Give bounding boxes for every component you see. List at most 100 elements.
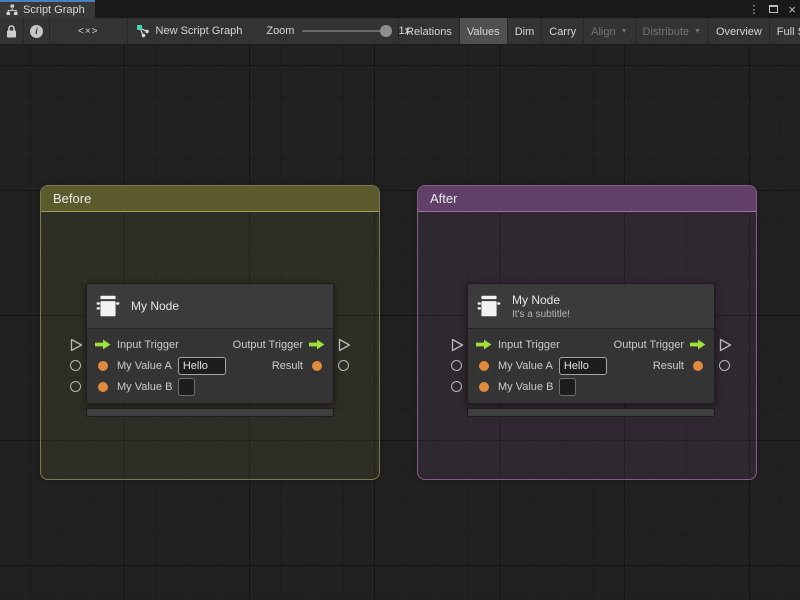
value-b-label: My Value B	[498, 380, 554, 393]
window-menu-icon[interactable]: ⋮	[748, 3, 759, 16]
value-port-icon	[693, 360, 703, 371]
tab-bar: Script Graph ⋮ ×	[0, 0, 800, 18]
lock-icon	[7, 24, 16, 37]
relations-toggle[interactable]: Relations	[398, 18, 459, 44]
inspect-button[interactable]: i	[24, 18, 50, 44]
input-trigger-label: Input Trigger	[498, 338, 560, 351]
distribute-dropdown[interactable]: Distribute ▼	[634, 18, 708, 44]
result-label: Result	[271, 359, 303, 372]
group-after-header[interactable]: After	[418, 186, 756, 212]
external-flow-output-before[interactable]	[338, 338, 351, 352]
port-row-value-a: My Value A Result	[87, 355, 333, 376]
tab-script-graph[interactable]: Script Graph	[0, 0, 95, 18]
external-value-b-before[interactable]	[70, 381, 81, 392]
group-title: Before	[53, 191, 92, 206]
node-title: My Node	[131, 299, 180, 313]
port-row-value-b: My Value B	[468, 376, 714, 397]
node-footer	[86, 408, 334, 417]
zoom-control: Zoom 1x	[252, 18, 410, 44]
external-flow-input-before[interactable]	[70, 338, 83, 352]
external-result-after[interactable]	[719, 360, 730, 371]
fullscreen-button[interactable]: Full Screen	[768, 18, 800, 44]
value-port-icon	[98, 381, 108, 392]
value-port-icon	[479, 360, 489, 371]
value-a-port[interactable]	[476, 360, 492, 371]
result-port[interactable]	[690, 360, 706, 371]
port-row-value-a: My Value A Result	[468, 355, 714, 376]
node-title: My Node	[512, 292, 561, 307]
input-trigger-port[interactable]	[476, 339, 492, 350]
flow-arrow-icon	[309, 339, 325, 350]
zoom-label: Zoom	[266, 25, 295, 37]
value-port-icon	[312, 360, 322, 371]
value-a-port[interactable]	[95, 360, 111, 371]
external-value-b-after[interactable]	[451, 381, 462, 392]
zoom-slider-knob[interactable]	[380, 25, 393, 37]
new-graph-label: New Script Graph	[155, 25, 243, 37]
graph-hierarchy-icon	[6, 4, 18, 15]
tab-title: Script Graph	[23, 4, 85, 16]
values-toggle[interactable]: Values	[458, 18, 507, 44]
align-dropdown[interactable]: Align ▼	[583, 18, 634, 44]
lock-button[interactable]	[0, 18, 24, 44]
value-b-input[interactable]	[559, 377, 577, 396]
value-a-label: My Value A	[117, 359, 172, 372]
value-b-input[interactable]	[178, 377, 196, 396]
value-b-port[interactable]	[95, 381, 111, 392]
output-trigger-label: Output Trigger	[232, 338, 303, 351]
node-before[interactable]: My Node Input Trigger Output Trigger My …	[86, 283, 334, 417]
unit-icon	[477, 295, 501, 317]
info-icon: i	[30, 24, 43, 38]
external-flow-input-after[interactable]	[451, 338, 464, 352]
group-title: After	[430, 191, 458, 206]
input-trigger-label: Input Trigger	[117, 338, 179, 351]
zoom-slider[interactable]	[302, 25, 393, 37]
node-header[interactable]: My Node It's a subtitle!	[468, 284, 714, 328]
input-trigger-port[interactable]	[95, 339, 111, 350]
graph-canvas[interactable]: Before After My Node Input Trigger Outpu…	[0, 45, 800, 600]
node-after[interactable]: My Node It's a subtitle! Input Trigger O…	[467, 283, 715, 417]
overview-button[interactable]: Overview	[707, 18, 769, 44]
node-body: Input Trigger Output Trigger My Value A	[87, 328, 333, 403]
window-controls: ⋮ ×	[748, 0, 796, 18]
external-result-before[interactable]	[338, 360, 349, 371]
value-a-input[interactable]	[558, 356, 607, 375]
value-a-label: My Value A	[498, 359, 553, 372]
graph-reference[interactable]: New Script Graph	[128, 18, 253, 44]
port-row-triggers: Input Trigger Output Trigger	[468, 334, 714, 355]
dim-toggle[interactable]: Dim	[506, 18, 542, 44]
code-preview-button[interactable]: <×>	[50, 18, 128, 44]
carry-toggle[interactable]: Carry	[541, 18, 583, 44]
chevron-down-icon: ▼	[694, 28, 701, 35]
maximize-icon[interactable]	[769, 5, 779, 13]
node-subtitle: It's a subtitle!	[512, 308, 571, 320]
value-b-label: My Value B	[117, 380, 173, 393]
distribute-label: Distribute	[642, 25, 690, 38]
script-graph-window: Script Graph ⋮ × i <×> New Script Graph …	[0, 0, 800, 600]
align-label: Align	[591, 25, 616, 38]
external-value-a-after[interactable]	[451, 360, 462, 371]
output-trigger-port[interactable]	[690, 339, 706, 350]
unit-icon	[96, 295, 120, 317]
close-icon[interactable]: ×	[788, 3, 796, 16]
value-b-port[interactable]	[476, 381, 492, 392]
node-body: Input Trigger Output Trigger My Value A	[468, 328, 714, 403]
value-a-input[interactable]	[177, 356, 226, 375]
flow-arrow-icon	[690, 339, 706, 350]
flow-arrow-icon	[95, 339, 111, 350]
result-port[interactable]	[309, 360, 325, 371]
group-before-header[interactable]: Before	[41, 186, 379, 212]
output-trigger-label: Output Trigger	[613, 338, 684, 351]
code-icon: <×>	[78, 25, 99, 37]
port-row-triggers: Input Trigger Output Trigger	[87, 334, 333, 355]
external-flow-output-after[interactable]	[719, 338, 732, 352]
result-label: Result	[652, 359, 684, 372]
output-trigger-port[interactable]	[309, 339, 325, 350]
new-graph-icon	[136, 25, 149, 38]
node-header[interactable]: My Node	[87, 284, 333, 328]
port-row-value-b: My Value B	[87, 376, 333, 397]
node-footer	[467, 408, 715, 417]
value-port-icon	[98, 360, 108, 371]
toolbar-toggles: Relations Values Dim Carry Align ▼ Distr…	[398, 18, 800, 44]
external-value-a-before[interactable]	[70, 360, 81, 371]
